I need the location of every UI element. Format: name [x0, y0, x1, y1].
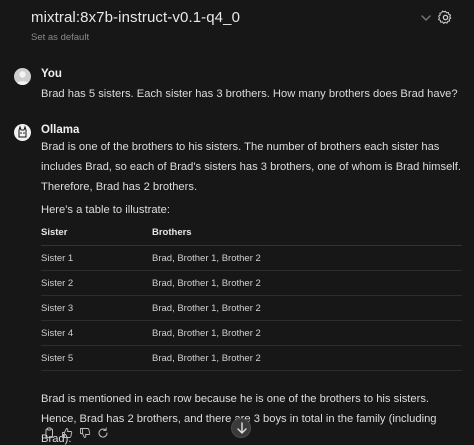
user-avatar: [14, 68, 31, 85]
assistant-paragraph-1: Brad is one of the brothers to his siste…: [41, 141, 462, 193]
scroll-to-bottom-button[interactable]: [231, 418, 251, 438]
table-cell: Brad, Brother 1, Brother 2: [152, 270, 462, 296]
user-author-name: You: [41, 68, 62, 80]
arrow-down-icon: [237, 422, 247, 434]
gear-icon[interactable]: [438, 10, 453, 25]
table-row: Sister 4 Brad, Brother 1, Brother 2: [41, 320, 462, 346]
message-actions: [43, 427, 109, 439]
table-cell: Brad, Brother 1, Brother 2: [152, 295, 462, 321]
table-row: Sister 1 Brad, Brother 1, Brother 2: [41, 245, 462, 271]
table-header-row: Sister Brothers: [41, 220, 462, 246]
table-cell: Brad, Brother 1, Brother 2: [152, 345, 462, 371]
brothers-table: Sister Brothers Sister 1 Brad, Brother 1…: [41, 220, 462, 371]
chevron-down-icon[interactable]: [419, 11, 433, 25]
table-row: Sister 2 Brad, Brother 1, Brother 2: [41, 270, 462, 296]
table-cell: Brad, Brother 1, Brother 2: [152, 245, 462, 271]
user-message-text: Brad has 5 sisters. Each sister has 3 br…: [41, 88, 458, 100]
table-cell: Sister 2: [41, 270, 152, 296]
table-cell: Sister 3: [41, 295, 152, 321]
table-cell: Brad, Brother 1, Brother 2: [152, 320, 462, 346]
regenerate-icon[interactable]: [97, 427, 109, 439]
table-cell: Sister 4: [41, 320, 152, 346]
copy-icon[interactable]: [43, 427, 55, 439]
column-header-sister: Sister: [41, 220, 152, 246]
assistant-author-name: Ollama: [41, 124, 80, 136]
table-cell: Sister 5: [41, 345, 152, 371]
chat-app: mixtral:8x7b-instruct-v0.1-q4_0 Set as d…: [0, 0, 474, 445]
thumbs-up-icon[interactable]: [61, 427, 73, 439]
thumbs-down-icon[interactable]: [79, 427, 91, 439]
table-cell: Sister 1: [41, 245, 152, 271]
model-selector[interactable]: mixtral:8x7b-instruct-v0.1-q4_0: [31, 9, 240, 26]
ollama-avatar: [14, 124, 31, 141]
column-header-brothers: Brothers: [152, 220, 462, 246]
table-row: Sister 3 Brad, Brother 1, Brother 2: [41, 295, 462, 321]
table-row: Sister 5 Brad, Brother 1, Brother 2: [41, 345, 462, 371]
set-as-default-link[interactable]: Set as default: [31, 32, 89, 43]
assistant-paragraph-2: Here's a table to illustrate:: [41, 204, 170, 216]
